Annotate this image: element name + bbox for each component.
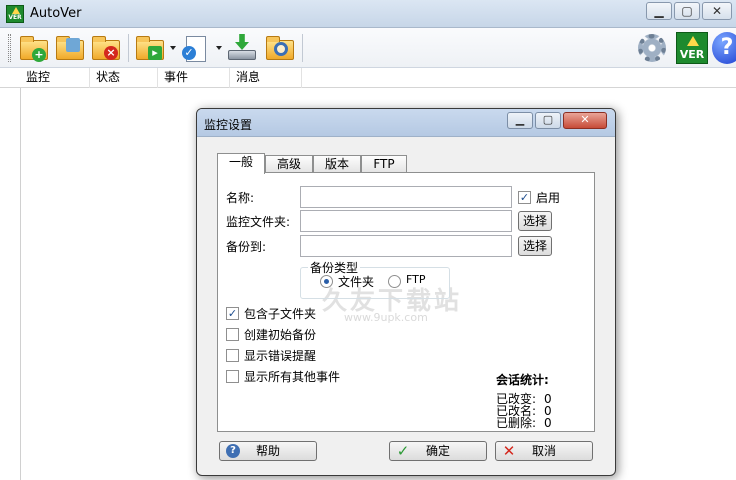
include-subfolders-label: 包含子文件夹 [244,307,317,321]
plus-badge-icon: + [32,48,46,62]
dialog-minimize-button[interactable]: ▁ [507,112,533,129]
check-badge-icon: ✓ [182,46,196,60]
download-arrow-icon [235,34,249,50]
general-tab-panel: 久友下载站 www.9upk.com 名称: ✓ 启用 监控文件夹: 选择 备份… [217,172,595,432]
dialog-title: 监控设置 [204,118,253,132]
name-input[interactable] [300,186,512,208]
run-badge-icon: ▸ [148,46,162,60]
backup-type-folder-radio[interactable] [320,275,333,288]
enabled-label: 启用 [536,191,561,205]
all-events-label: 显示所有其他事件 [244,370,341,384]
backup-type-ftp-radio[interactable] [388,275,401,288]
help-icon[interactable]: ? [712,32,736,64]
stats-deleted-value: 0 [544,416,552,430]
help-button-label: 帮助 [255,444,280,458]
ok-button-label: 确定 [425,444,450,458]
dialog-title-bar: 监控设置 ▁ ▢ ✕ [197,109,615,137]
toolbar: + × ▸ ✓ [0,28,736,68]
start-dropdown-arrow-icon[interactable] [170,46,176,50]
delete-watch-button[interactable]: × [90,32,122,64]
folder-label: 监控文件夹: [226,215,291,229]
edit-watch-button[interactable] [54,32,86,64]
add-watch-button[interactable]: + [18,32,50,64]
gear-icon[interactable] [638,34,666,62]
column-header-watch[interactable]: 监控 [20,68,90,88]
tab-versions[interactable]: 版本 [313,155,361,173]
autover-logo[interactable]: VER [676,32,708,64]
error-alert-checkbox[interactable] [226,349,239,362]
column-header-message[interactable]: 消息 [230,68,302,88]
dialog-maximize-button[interactable]: ▢ [535,112,561,129]
restore-button[interactable] [226,32,258,64]
versions-dropdown-arrow-icon[interactable] [216,46,222,50]
folder-input[interactable] [300,210,512,232]
toolbar-separator [302,34,303,62]
backup-input[interactable] [300,235,512,257]
error-alert-label: 显示错误提醒 [244,349,317,363]
title-bar: VER AutoVer ▁ ▢ ✕ [0,0,736,28]
initial-backup-checkbox[interactable] [226,328,239,341]
ok-button[interactable]: ✓ 确定 [389,441,487,461]
maximize-button[interactable]: ▢ [674,2,700,20]
cancel-button-label: 取消 [531,444,556,458]
view-versions-button[interactable]: ✓ [180,32,212,64]
help-button[interactable]: ? 帮助 [219,441,317,461]
name-label: 名称: [226,191,255,205]
column-header-status[interactable]: 状态 [90,68,158,88]
close-button[interactable]: ✕ [702,2,732,20]
drive-icon [228,50,256,60]
cancel-button[interactable]: ✕ 取消 [495,441,593,461]
watermark-url: www.9upk.com [344,311,428,324]
doc-badge-icon [66,38,80,52]
toolbar-separator [128,34,129,62]
toolbar-grip[interactable] [8,34,11,62]
all-events-checkbox[interactable] [226,370,239,383]
window-title: AutoVer [30,6,82,21]
session-stats-heading: 会话统计: [496,373,549,387]
enabled-checkbox[interactable]: ✓ [518,191,531,204]
tab-general[interactable]: 一般 [217,153,265,174]
initial-backup-label: 创建初始备份 [244,328,317,342]
start-watch-button[interactable]: ▸ [134,32,166,64]
backup-type-ftp-label: FTP [406,273,426,286]
magnifier-icon [274,42,288,56]
search-button[interactable] [264,32,296,64]
monitor-settings-dialog: 监控设置 ▁ ▢ ✕ 一般 高级 版本 FTP 久友下载站 www.9upk.c… [196,108,616,476]
backup-label: 备份到: [226,240,267,254]
list-header: 监控 状态 事件 消息 [0,68,736,88]
delete-badge-icon: × [104,46,118,60]
tab-ftp[interactable]: FTP [361,155,407,173]
dialog-close-button[interactable]: ✕ [563,112,607,129]
include-subfolders-checkbox[interactable]: ✓ [226,307,239,320]
column-header-event[interactable]: 事件 [158,68,230,88]
app-icon: VER [6,5,24,23]
browse-folder-button[interactable]: 选择 [518,211,552,231]
tab-advanced[interactable]: 高级 [265,155,313,173]
minimize-button[interactable]: ▁ [646,2,672,20]
browse-backup-button[interactable]: 选择 [518,236,552,256]
backup-type-folder-label: 文件夹 [338,275,375,289]
stats-deleted-label: 已删除: [496,416,537,430]
